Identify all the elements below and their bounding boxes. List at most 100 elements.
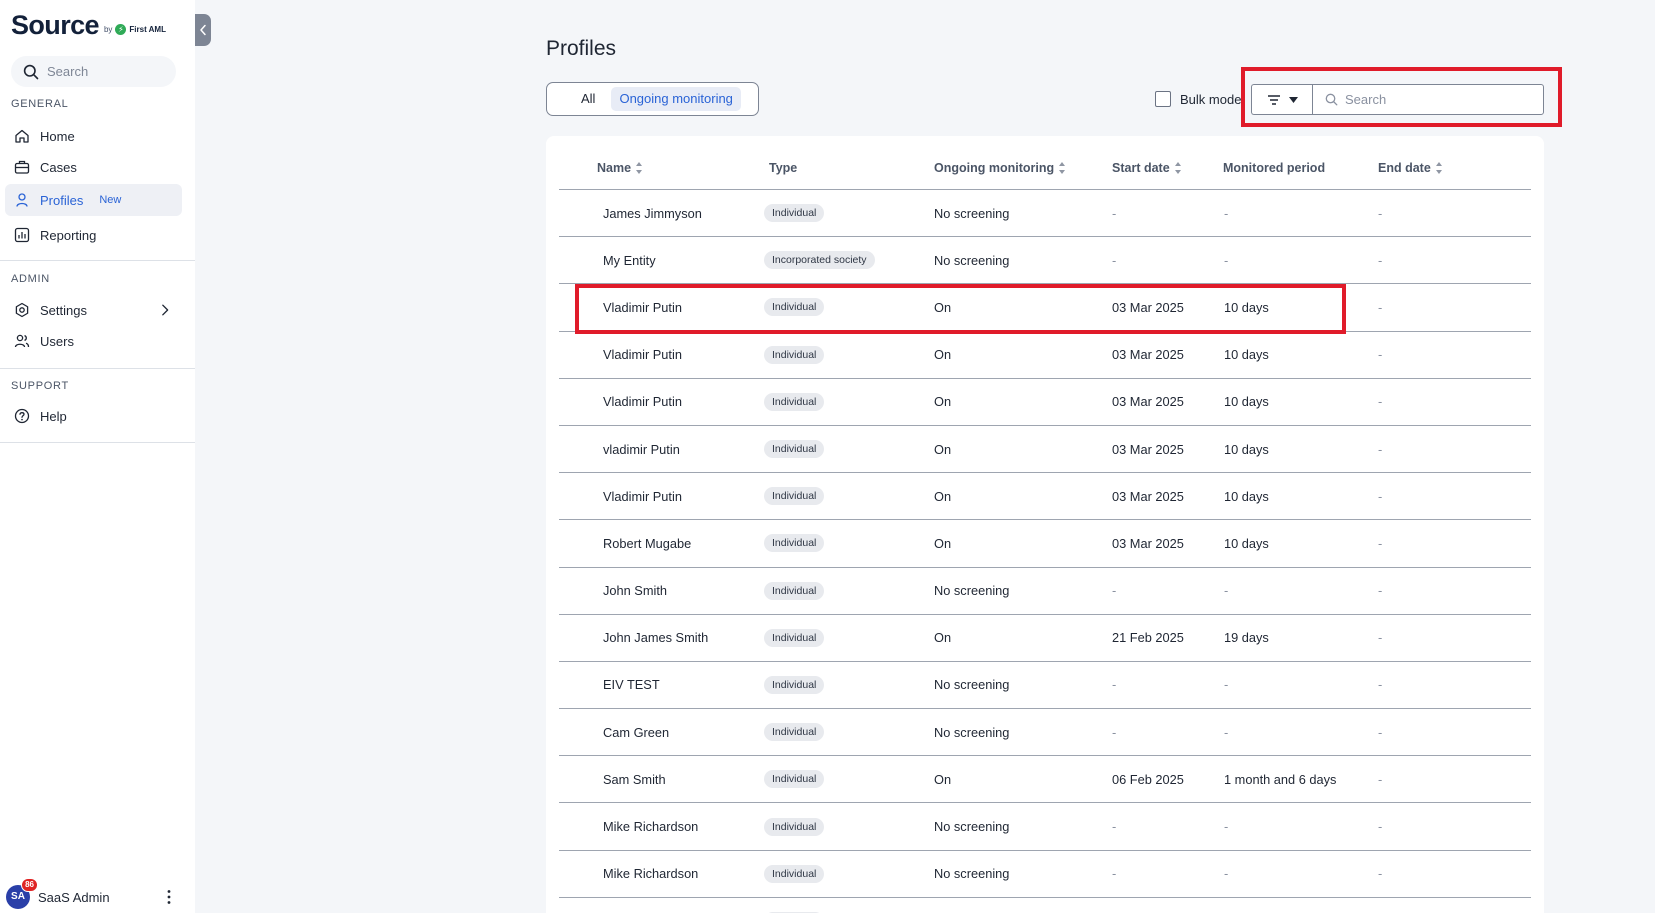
cell-start-date-text: - bbox=[1112, 583, 1117, 599]
sidebar-item-label: Reporting bbox=[40, 227, 97, 243]
sidebar-item-home[interactable]: Home bbox=[5, 120, 182, 152]
cell-ongoing-monitoring-text: No screening bbox=[934, 819, 1010, 835]
sidebar-item-label: Settings bbox=[40, 302, 87, 318]
cell-name-text: Cam Green bbox=[603, 724, 670, 740]
cell-monitored-period-text: - bbox=[1224, 866, 1229, 882]
sidebar-search-input[interactable] bbox=[47, 64, 167, 79]
cell-start-date-text: - bbox=[1112, 866, 1117, 882]
cell-monitored-period: 10 days bbox=[1224, 520, 1269, 566]
cell-name-text: My Entity bbox=[603, 252, 656, 268]
cell-monitored-period-text: 10 days bbox=[1224, 347, 1269, 363]
cell-monitored-period: - bbox=[1224, 851, 1228, 897]
cell-name-text: James Jimmyson bbox=[603, 205, 702, 221]
table-row[interactable]: John Smith Individual No screening - - - bbox=[559, 568, 1531, 615]
cell-monitored-period: - bbox=[1224, 709, 1228, 755]
cell-name: Sam Smith bbox=[603, 756, 666, 802]
cell-ongoing-monitoring-text: On bbox=[934, 488, 952, 504]
cell-monitored-period: 10 days bbox=[1224, 332, 1269, 378]
table-row[interactable]: EIV TEST Individual No screening - - - bbox=[559, 662, 1531, 710]
cell-start-date: 06 Feb 2025 bbox=[1112, 756, 1184, 802]
cell-name: Vladimir Putin bbox=[603, 473, 682, 519]
type-badge: Individual bbox=[764, 204, 825, 223]
table-row[interactable]: Vladimir Putin Individual On 03 Mar 2025 10 … bbox=[559, 332, 1531, 379]
bulk-mode-toggle[interactable]: Bulk mode bbox=[1155, 91, 1241, 107]
cell-end-date: - bbox=[1378, 756, 1382, 802]
cell-monitored-period-text: 10 days bbox=[1224, 394, 1269, 410]
cell-monitored-period-text: 10 days bbox=[1224, 441, 1269, 457]
type-badge: Individual bbox=[764, 345, 825, 364]
table-row[interactable]: Vladimir Putin Individual On 03 Mar 2025 10 … bbox=[559, 473, 1531, 521]
cell-type: Individual bbox=[764, 520, 825, 566]
user-name: SaaS Admin bbox=[38, 889, 110, 905]
cell-name-text: EIV TEST bbox=[603, 677, 660, 693]
table-row[interactable]: My Entity Incorporated society No screenin… bbox=[559, 237, 1531, 285]
cell-type: Individual bbox=[764, 851, 825, 897]
sidebar-item-profiles[interactable]: Profiles New bbox=[5, 184, 182, 216]
cell-ongoing-monitoring-text: On bbox=[934, 394, 952, 410]
type-badge: Individual bbox=[764, 723, 825, 742]
table-row[interactable]: Robert Mugabe Individual On 03 Mar 2025 10 d… bbox=[559, 520, 1531, 568]
cell-name: Vladimir Putin bbox=[603, 332, 682, 378]
cell-ongoing-monitoring: No screening bbox=[934, 709, 1009, 755]
sidebar-item-help[interactable]: Help bbox=[5, 400, 182, 432]
sidebar-item-cases[interactable]: Cases bbox=[5, 151, 182, 183]
table-row[interactable]: Vladimir Putin Individual On 03 Mar 2025 10 … bbox=[559, 379, 1531, 426]
table-row[interactable]: Individual bbox=[559, 898, 1531, 913]
column-header-ongoing-monitoring[interactable]: Ongoing monitoring bbox=[934, 161, 1066, 175]
cell-start-date: 03 Mar 2025 bbox=[1112, 379, 1184, 425]
cell-ongoing-monitoring-text: On bbox=[934, 347, 952, 363]
sidebar-item-reporting[interactable]: Reporting bbox=[5, 219, 182, 251]
table-row[interactable]: John James Smith Individual On 21 Feb 2025 1… bbox=[559, 615, 1531, 662]
table-row[interactable]: vladimir Putin Individual On 03 Mar 2025 10 … bbox=[559, 426, 1531, 474]
more-options-icon[interactable] bbox=[166, 889, 172, 905]
cell-ongoing-monitoring-text: No screening bbox=[934, 583, 1010, 599]
cell-type: Individual bbox=[764, 803, 825, 849]
chevron-left-icon bbox=[200, 24, 206, 36]
cell-ongoing-monitoring: No screening bbox=[934, 190, 1009, 236]
sort-icon bbox=[1059, 162, 1066, 174]
logo[interactable]: Source by ⚡ First AML bbox=[11, 12, 166, 39]
cell-monitored-period-text: 10 days bbox=[1224, 488, 1269, 504]
column-header-start-date[interactable]: Start date bbox=[1112, 161, 1182, 175]
cell-monitored-period: - bbox=[1224, 803, 1228, 849]
cell-start-date-text: - bbox=[1112, 819, 1117, 835]
cell-type: Individual bbox=[764, 662, 825, 708]
sidebar-item-users[interactable]: Users bbox=[5, 325, 182, 357]
cell-monitored-period-text: - bbox=[1224, 205, 1229, 221]
cell-end-date-text: - bbox=[1378, 205, 1383, 221]
notification-count-badge[interactable]: 86 bbox=[21, 878, 38, 892]
cell-end-date-text: - bbox=[1378, 535, 1383, 551]
column-header-label: Monitored period bbox=[1223, 161, 1326, 175]
cell-end-date-text: - bbox=[1378, 819, 1383, 835]
cell-start-date: - bbox=[1112, 851, 1116, 897]
cell-ongoing-monitoring: On bbox=[934, 379, 951, 425]
column-header-name[interactable]: Name bbox=[597, 161, 643, 175]
sidebar-divider bbox=[0, 442, 195, 443]
collapse-sidebar-button[interactable] bbox=[195, 14, 211, 46]
type-badge: Individual bbox=[764, 864, 825, 883]
cell-ongoing-monitoring-text: No screening bbox=[934, 866, 1010, 882]
table-row[interactable]: Mike Richardson Individual No screening - - - bbox=[559, 851, 1531, 898]
cell-end-date: - bbox=[1378, 520, 1382, 566]
table-row[interactable]: Mike Richardson Individual No screening - - - bbox=[559, 803, 1531, 851]
cell-end-date-text: - bbox=[1378, 630, 1383, 646]
sidebar-item-label: Users bbox=[40, 333, 74, 349]
cell-name: James Jimmyson bbox=[603, 190, 702, 236]
tab-all[interactable]: All bbox=[573, 87, 603, 111]
cell-ongoing-monitoring: No screening bbox=[934, 662, 1009, 708]
user-menu[interactable]: SA 86 SaaS Admin bbox=[6, 878, 182, 911]
table-row[interactable]: James Jimmyson Individual No screening - - - bbox=[559, 190, 1531, 238]
cell-monitored-period: - bbox=[1224, 662, 1228, 708]
column-header-monitored-period: Monitored period bbox=[1223, 161, 1325, 175]
table-row[interactable]: Sam Smith Individual On 06 Feb 2025 1 month … bbox=[559, 756, 1531, 804]
logo-by-text: by bbox=[103, 25, 113, 34]
avatar[interactable]: SA 86 bbox=[6, 878, 38, 909]
tab-ongoing-monitoring[interactable]: Ongoing monitoring bbox=[611, 87, 741, 111]
first-aml-mark-icon: ⚡ bbox=[115, 24, 127, 35]
sidebar-item-settings[interactable]: Settings bbox=[5, 294, 182, 326]
bulk-mode-checkbox[interactable] bbox=[1155, 91, 1171, 107]
column-header-end-date[interactable]: End date bbox=[1378, 161, 1443, 175]
chevron-right-icon[interactable] bbox=[158, 303, 172, 317]
table-row[interactable]: Cam Green Individual No screening - - - bbox=[559, 709, 1531, 757]
sidebar-search[interactable] bbox=[11, 56, 176, 87]
